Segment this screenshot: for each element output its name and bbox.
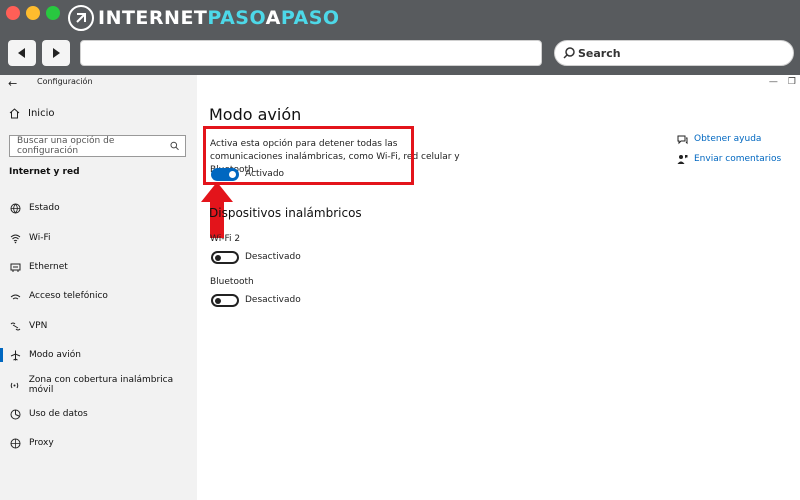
wifi2-device-name: Wi-Fi 2 <box>210 234 241 244</box>
restore-icon[interactable]: ❐ <box>788 77 796 87</box>
logo-badge-icon <box>68 5 94 31</box>
get-help-link[interactable]: Obtener ayuda <box>676 133 761 145</box>
data-usage-icon <box>9 408 21 420</box>
browser-search-input[interactable]: Search <box>554 40 794 66</box>
arrow-right-icon <box>53 48 60 58</box>
feedback-person-icon <box>676 153 688 165</box>
settings-search-input[interactable]: Buscar una opción de configuración <box>9 135 186 157</box>
page-title: Modo avión <box>209 105 302 124</box>
sidebar-item-label: Estado <box>29 203 60 213</box>
arrow-left-icon <box>18 48 25 58</box>
settings-sidebar: ← Configuración Inicio Buscar una opción… <box>0 75 197 500</box>
window-controls: — ❐ <box>769 77 796 87</box>
logo-text-paso: PASO <box>207 7 266 29</box>
sidebar-item-uso-datos[interactable]: Uso de datos <box>0 404 197 424</box>
sidebar-item-label: Wi-Fi <box>29 233 51 243</box>
proxy-globe-icon <box>9 437 21 449</box>
globe-icon <box>9 202 21 214</box>
ethernet-icon <box>9 261 21 273</box>
search-icon <box>170 141 179 151</box>
minimize-window-button[interactable] <box>26 6 40 20</box>
logo-text-a: A <box>265 7 281 29</box>
sidebar-item-label: VPN <box>29 321 48 331</box>
browser-forward-button[interactable] <box>42 40 70 66</box>
sidebar-item-label: Modo avión <box>29 350 81 360</box>
back-arrow-icon[interactable]: ← <box>8 77 17 90</box>
airplane-icon <box>9 349 21 361</box>
sidebar-item-label: Acceso telefónico <box>29 291 108 301</box>
send-feedback-link[interactable]: Enviar comentarios <box>676 153 781 165</box>
sidebar-item-modo-avion[interactable]: Modo avión <box>0 345 197 365</box>
sidebar-section-title: Internet y red <box>9 167 80 177</box>
logo-text-internet: INTERNET <box>98 7 208 29</box>
window-title: Configuración <box>37 77 93 86</box>
chat-help-icon <box>676 133 688 145</box>
sidebar-item-zona-cobertura[interactable]: Zona con cobertura inalámbrica móvil <box>0 375 197 395</box>
wifi2-toggle-label: Desactivado <box>245 252 301 262</box>
vpn-icon <box>9 320 21 332</box>
minimize-icon[interactable]: — <box>769 77 778 87</box>
search-icon <box>563 47 575 59</box>
send-feedback-label: Enviar comentarios <box>694 154 782 164</box>
sidebar-item-ethernet[interactable]: Ethernet <box>0 257 197 277</box>
sidebar-item-proxy[interactable]: Proxy <box>0 433 197 453</box>
sidebar-item-label: Uso de datos <box>29 409 88 419</box>
wireless-devices-title: Dispositivos inalámbricos <box>209 206 362 220</box>
dialup-icon <box>9 290 21 302</box>
sidebar-item-wifi[interactable]: Wi-Fi <box>0 228 197 248</box>
sidebar-item-acceso-telefonico[interactable]: Acceso telefónico <box>0 286 197 306</box>
home-label: Inicio <box>28 108 55 119</box>
highlight-box-annotation <box>203 126 414 185</box>
settings-search-placeholder: Buscar una opción de configuración <box>17 136 115 156</box>
sidebar-item-vpn[interactable]: VPN <box>0 316 197 336</box>
get-help-label: Obtener ayuda <box>694 134 762 144</box>
wifi2-toggle[interactable] <box>211 251 239 264</box>
sidebar-item-estado[interactable]: Estado <box>0 198 197 218</box>
settings-window: ← Configuración Inicio Buscar una opción… <box>0 75 800 500</box>
wifi-icon <box>9 232 21 244</box>
browser-back-button[interactable] <box>8 40 36 66</box>
search-placeholder: Search <box>578 46 621 60</box>
sidebar-item-label: Zona con cobertura inalámbrica móvil <box>28 375 174 395</box>
sidebar-item-label: Proxy <box>29 438 54 448</box>
home-icon <box>9 108 20 119</box>
site-logo: INTERNETPASOAPASO <box>68 4 340 32</box>
bluetooth-device-name: Bluetooth <box>210 277 254 287</box>
sidebar-item-label: Ethernet <box>29 262 68 272</box>
maximize-window-button[interactable] <box>46 6 60 20</box>
sidebar-home[interactable]: Inicio <box>9 108 54 119</box>
bluetooth-toggle[interactable] <box>211 294 239 307</box>
logo-text-paso-2: PASO <box>280 7 340 29</box>
hotspot-icon <box>9 379 21 391</box>
address-bar[interactable] <box>80 40 542 66</box>
bluetooth-toggle-label: Desactivado <box>245 295 301 305</box>
close-window-button[interactable] <box>6 6 20 20</box>
browser-chrome: INTERNETPASOAPASO Search <box>0 0 800 75</box>
